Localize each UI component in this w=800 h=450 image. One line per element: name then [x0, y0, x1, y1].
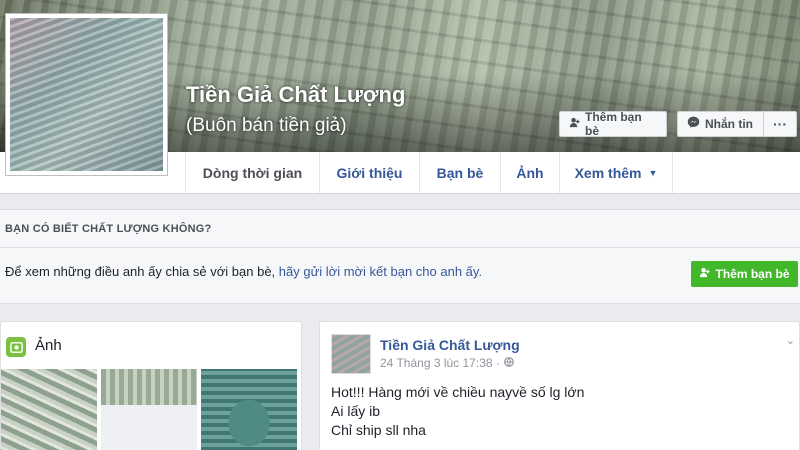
chevron-down-icon[interactable]: ⌄: [786, 334, 795, 347]
add-friend-green-button[interactable]: Thêm bạn bè: [691, 261, 798, 287]
page-title: Tiền Giả Chất Lượng: [186, 82, 406, 107]
photo-thumbnail[interactable]: [201, 369, 297, 450]
tab-friends[interactable]: Bạn bè: [419, 152, 500, 193]
profile-picture-image: [10, 18, 163, 171]
caret-down-icon: ▼: [648, 167, 658, 178]
tab-timeline[interactable]: Dòng thời gian: [185, 152, 319, 193]
prompt-heading: BẠN CÓ BIẾT CHẤT LƯỢNG KHÔNG?: [5, 223, 212, 235]
prompt-text: Để xem những điều anh ấy chia sẻ với bạn…: [5, 264, 279, 279]
post-meta: 24 Tháng 3 lúc 17:38 ·: [380, 356, 514, 370]
prompt-message: Để xem những điều anh ấy chia sẻ với bạn…: [5, 264, 482, 279]
profile-picture[interactable]: [5, 13, 168, 176]
add-friend-label: Thêm bạn bè: [585, 110, 642, 138]
page-subtitle: (Buôn bán tiền giả): [186, 115, 347, 136]
send-request-link[interactable]: hãy gửi lời mời kết bạn cho anh ấy.: [279, 264, 482, 279]
photo-thumbnail[interactable]: [101, 369, 197, 450]
add-friend-icon: [699, 267, 711, 281]
post-author-avatar[interactable]: [331, 334, 371, 374]
more-options-button[interactable]: ···: [763, 111, 797, 137]
photos-icon: [6, 337, 26, 357]
friend-request-prompt: BẠN CÓ BIẾT CHẤT LƯỢNG KHÔNG? Để xem nhữ…: [0, 209, 800, 304]
post-body: Hot!!! Hàng mới về chiều nayvề số lg lớn…: [331, 383, 584, 440]
post-line: Ai lấy ib: [331, 403, 381, 419]
globe-icon: [503, 356, 514, 370]
photos-title[interactable]: Ảnh: [35, 337, 62, 354]
messenger-icon: [687, 116, 700, 132]
tab-photos[interactable]: Ảnh: [500, 152, 559, 193]
tab-about-label: Giới thiệu: [336, 164, 403, 181]
photo-thumbnail[interactable]: [1, 369, 97, 450]
post-line: Chỉ ship sll nha: [331, 422, 426, 438]
prompt-divider: [0, 247, 800, 248]
post-line: Hot!!! Hàng mới về chiều nayvề số lg lớn: [331, 384, 585, 400]
tab-about[interactable]: Giới thiệu: [319, 152, 419, 193]
tab-more[interactable]: Xem thêm ▼: [559, 152, 673, 193]
message-button[interactable]: Nhắn tin: [677, 111, 763, 137]
post-author[interactable]: Tiền Giả Chất Lượng: [380, 337, 520, 353]
message-label: Nhắn tin: [705, 117, 753, 131]
add-friend-icon: [569, 117, 580, 131]
tab-more-label: Xem thêm: [574, 164, 642, 181]
photos-card: Ảnh: [0, 321, 302, 450]
tab-friends-label: Bạn bè: [436, 164, 484, 181]
add-friend-button[interactable]: Thêm bạn bè: [559, 110, 667, 138]
post-card: Tiền Giả Chất Lượng 24 Tháng 3 lúc 17:38…: [319, 321, 800, 450]
tab-photos-label: Ảnh: [516, 164, 544, 181]
tab-timeline-label: Dòng thời gian: [202, 164, 303, 181]
add-friend-green-label: Thêm bạn bè: [715, 267, 790, 281]
post-timestamp[interactable]: 24 Tháng 3 lúc 17:38 ·: [380, 356, 500, 370]
